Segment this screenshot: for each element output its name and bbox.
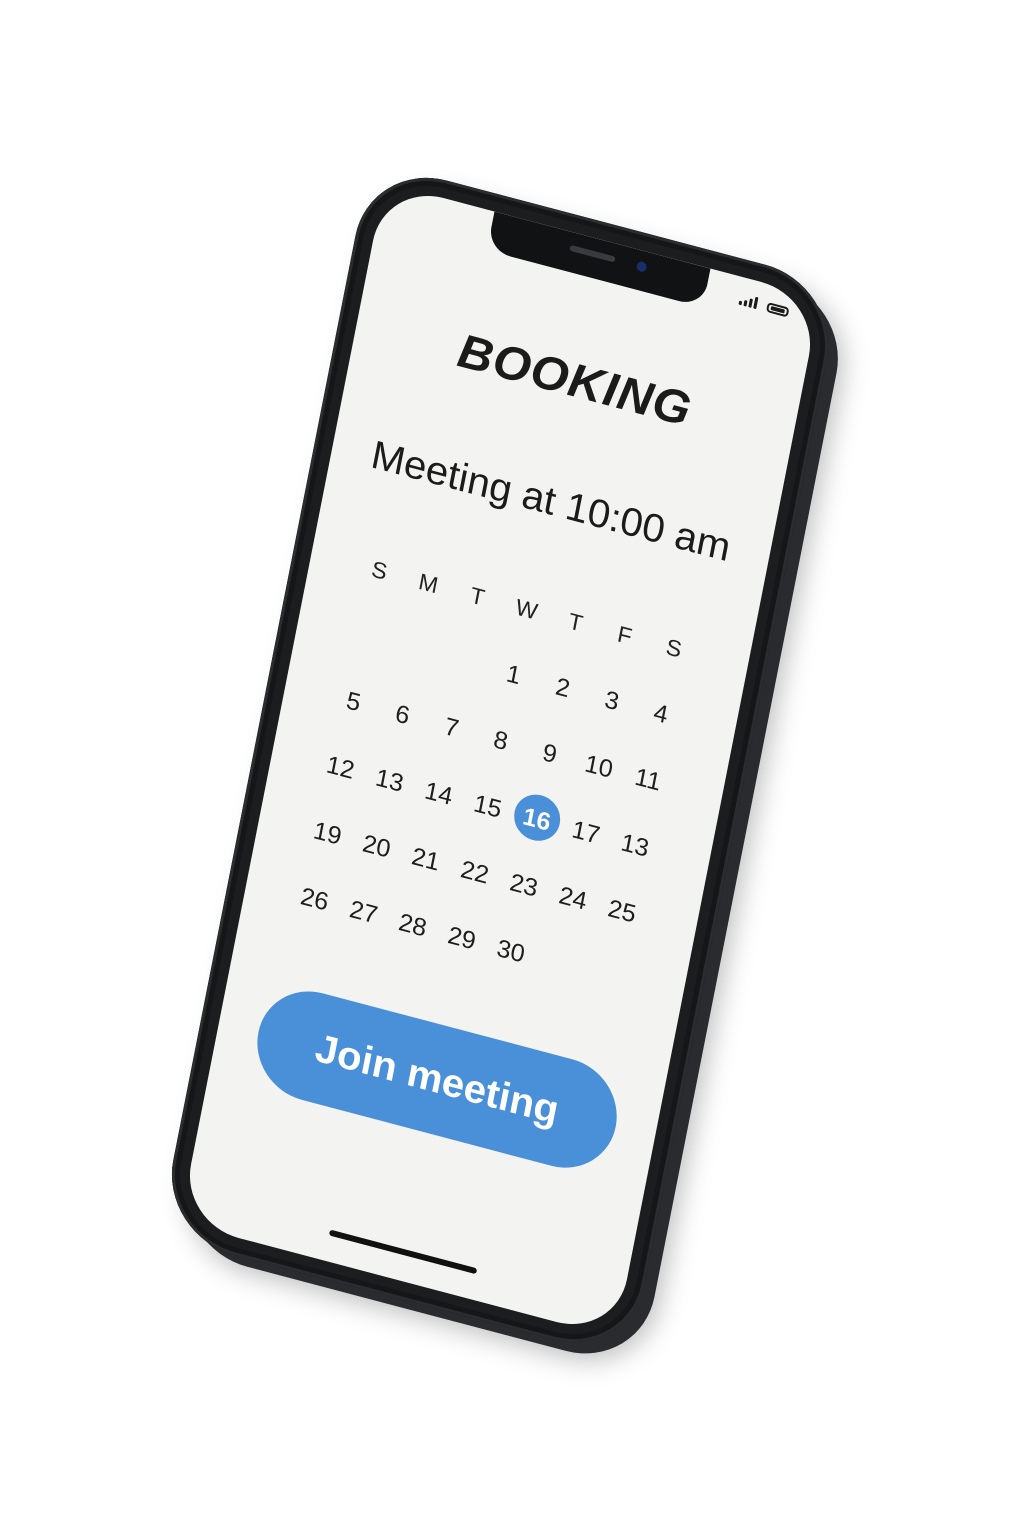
calendar-day[interactable]: 21 <box>398 837 454 883</box>
calendar-day[interactable]: 23 <box>496 863 552 909</box>
calendar-empty-cell <box>339 613 395 659</box>
calendar-day[interactable]: 5 <box>326 679 382 725</box>
weekday-label: T <box>468 581 487 611</box>
front-camera <box>635 260 648 273</box>
calendar-day[interactable]: 17 <box>558 810 614 856</box>
calendar-day[interactable]: 6 <box>375 692 431 738</box>
calendar-day[interactable]: 7 <box>424 705 480 751</box>
side-button <box>772 527 803 646</box>
weekday-label: M <box>416 568 441 599</box>
calendar-day[interactable]: 2 <box>535 665 591 711</box>
calendar-day[interactable]: 3 <box>584 678 640 724</box>
calendar-day[interactable]: 20 <box>349 824 405 870</box>
calendar-day[interactable]: 30 <box>483 928 539 974</box>
calendar-day[interactable]: 8 <box>473 718 529 764</box>
calendar-day[interactable]: 13 <box>607 823 663 869</box>
status-bar <box>738 293 790 318</box>
page-title: BOOKING <box>453 324 696 438</box>
calendar-day[interactable]: 4 <box>633 691 689 737</box>
battery-icon <box>765 302 790 318</box>
stage: BOOKING Meeting at 10:00 am SMTWTFS 1234… <box>0 0 1024 1536</box>
calendar-day[interactable]: 27 <box>336 889 392 935</box>
calendar-day-grid: 1 2 3 4 5 6 7 8 9 10 11 12 13 14 15 16 17 13 19 20 21 22 23 24 2… <box>287 613 691 1001</box>
phone-device: BOOKING Meeting at 10:00 am SMTWTFS 1234… <box>158 160 842 1360</box>
calendar-day[interactable]: 26 <box>287 876 343 922</box>
calendar-day[interactable]: 1 <box>486 652 542 698</box>
calendar: SMTWTFS 1 2 3 4 5 6 7 8 9 10 11 12 13 14 15 16 17 13 19 20 2… <box>287 547 704 1000</box>
calendar-day[interactable]: 14 <box>411 771 467 817</box>
weekday-label: T <box>566 607 586 637</box>
phone-screen: BOOKING Meeting at 10:00 am SMTWTFS 1234… <box>179 182 821 1338</box>
calendar-day-selected[interactable]: 16 <box>509 797 565 843</box>
calendar-day[interactable]: 15 <box>460 784 516 830</box>
home-indicator[interactable] <box>328 1229 478 1275</box>
calendar-day[interactable]: 9 <box>522 731 578 777</box>
calendar-day[interactable]: 28 <box>385 902 441 948</box>
calendar-day[interactable]: 11 <box>620 757 676 803</box>
weekday-label: W <box>513 593 540 625</box>
notch <box>486 211 711 308</box>
signal-bars-icon <box>738 293 759 310</box>
calendar-day[interactable]: 25 <box>594 888 650 934</box>
weekday-label: S <box>663 633 684 663</box>
calendar-day[interactable]: 13 <box>362 758 418 804</box>
weekday-label: S <box>369 555 390 585</box>
calendar-empty-cell <box>437 639 493 685</box>
join-meeting-button[interactable]: Join meeting <box>247 979 627 1181</box>
speaker-grille <box>569 244 616 263</box>
calendar-empty-cell <box>388 626 444 672</box>
calendar-day[interactable]: 10 <box>571 744 627 790</box>
weekday-label: F <box>615 620 635 650</box>
calendar-day[interactable]: 22 <box>447 850 503 896</box>
calendar-day[interactable]: 12 <box>313 745 369 791</box>
calendar-day[interactable]: 29 <box>434 915 490 961</box>
calendar-day[interactable]: 19 <box>300 811 356 857</box>
calendar-day-label: 16 <box>520 802 554 837</box>
calendar-day[interactable]: 24 <box>545 876 601 922</box>
